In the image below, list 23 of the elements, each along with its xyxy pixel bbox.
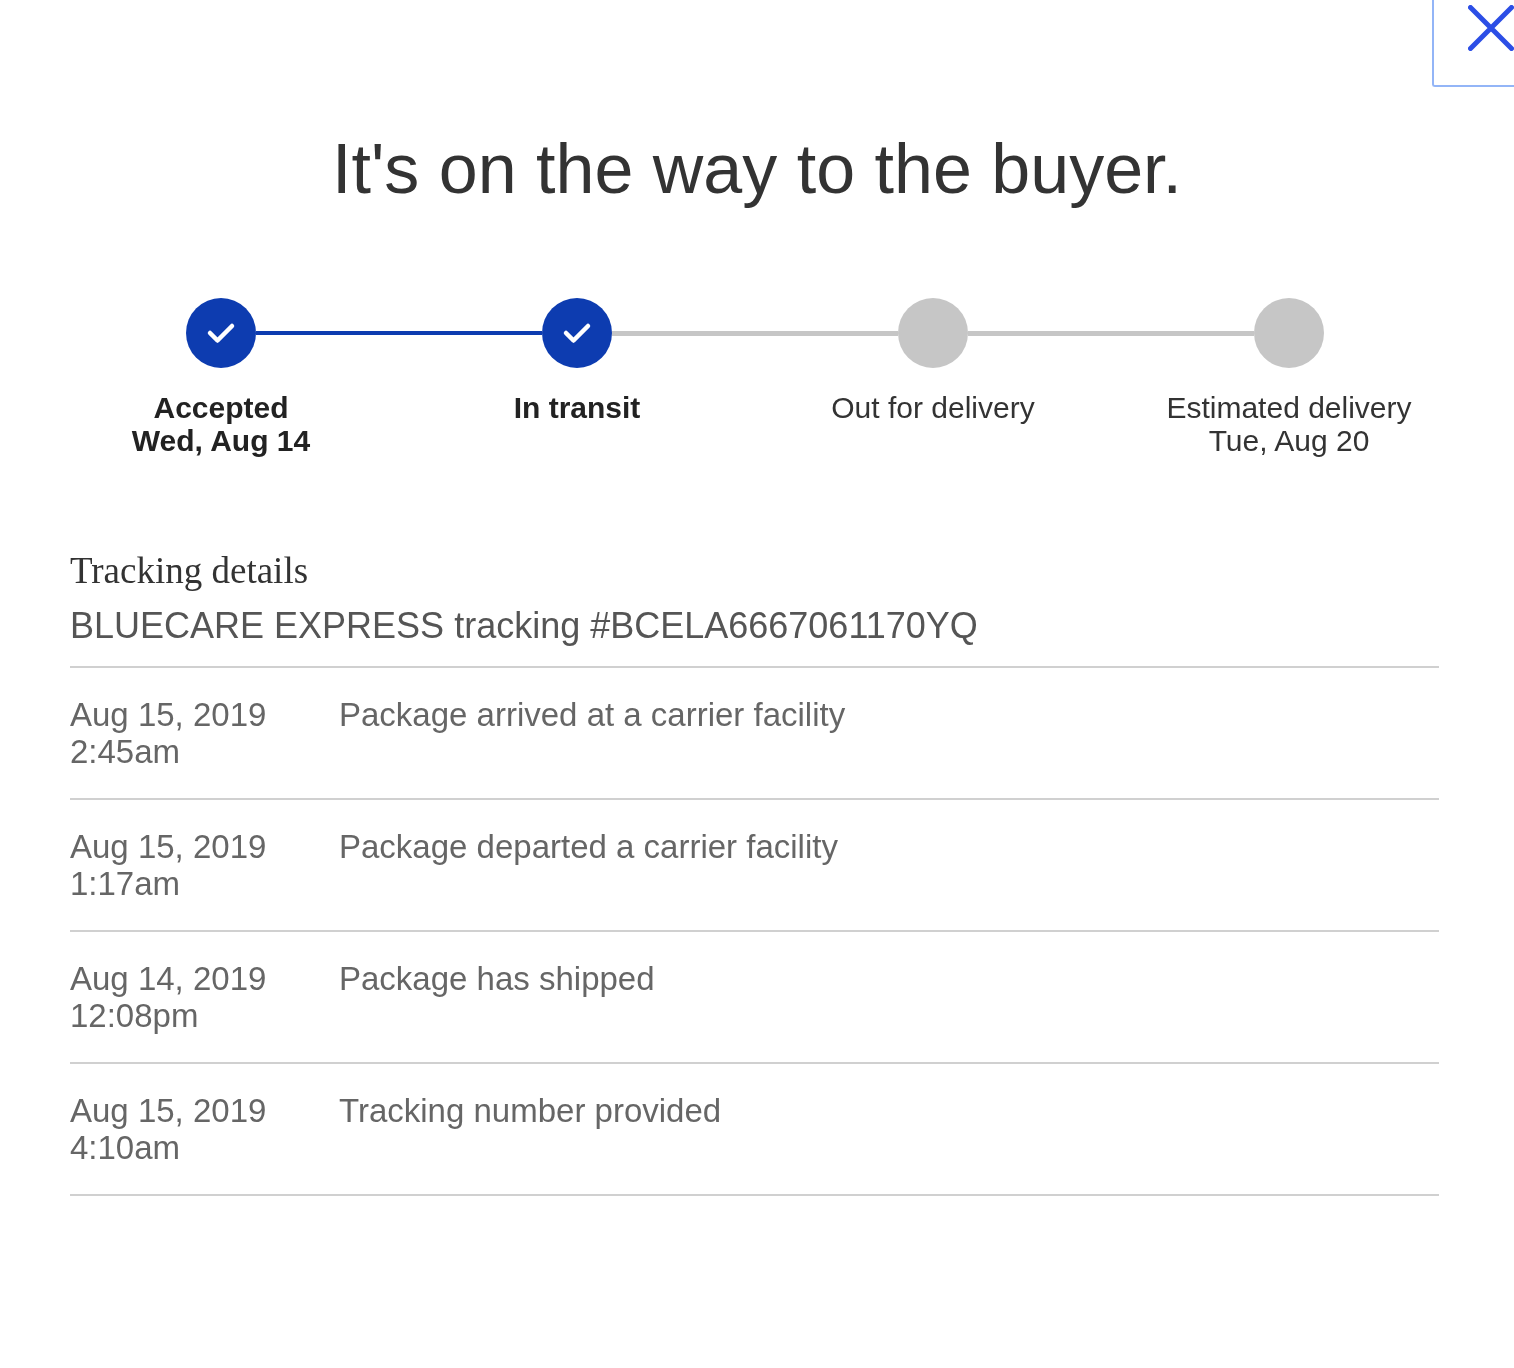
event-time: 4:10am [70,1129,181,1166]
event-description: Package arrived at a carrier facility [339,696,847,735]
step-label: In transit [513,391,641,424]
tracking-number-text: BLUECARE EXPRESS tracking #BCELA6667061170YQ [70,604,1439,668]
close-button[interactable] [1432,0,1514,87]
event-date: Aug 15, 2019 [70,696,267,733]
section-heading: Tracking details [70,549,310,593]
event-description: Package departed a carrier facility [339,828,839,867]
event-time: 1:17am [70,865,181,902]
step-date: Wed, Aug 14 [131,424,311,457]
event-date: Aug 15, 2019 [70,1092,267,1129]
page-title: It's on the way to the buyer. [331,129,1183,210]
event-time: 2:45am [70,733,181,770]
step-label: Accepted [153,391,289,424]
step-date: Tue, Aug 20 [1208,424,1370,457]
close-icon [1468,5,1514,51]
event-date: Aug 15, 2019 [70,828,267,865]
event-description: Package has shipped [339,960,656,999]
event-time: 12:08pm [70,997,199,1034]
event-date: Aug 14, 2019 [70,960,267,997]
event-description: Tracking number provided [339,1092,723,1131]
step-label: Out for delivery [831,391,1035,424]
step-label: Estimated delivery [1166,391,1412,424]
